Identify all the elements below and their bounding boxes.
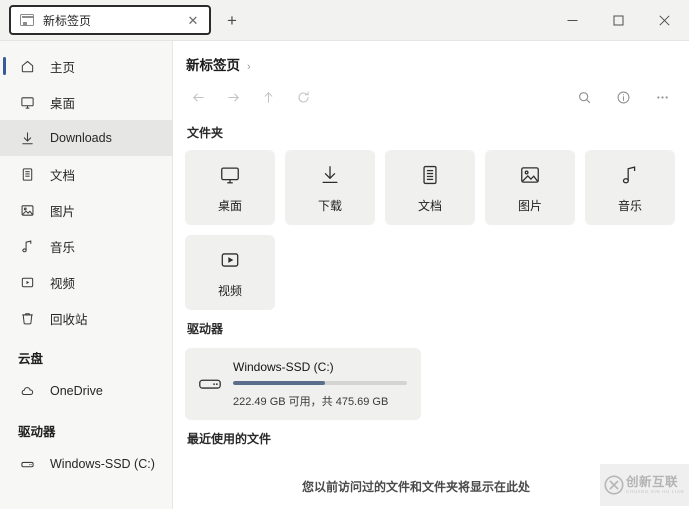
drives-section-title: 驱动器 bbox=[187, 322, 224, 336]
close-button[interactable] bbox=[641, 3, 687, 37]
active-indicator bbox=[3, 57, 6, 75]
maximize-button[interactable] bbox=[595, 3, 641, 37]
folder-tile-label: 视频 bbox=[217, 283, 242, 298]
title-bar: 新标签页 ✕ + bbox=[0, 0, 689, 41]
drive-usage-fill bbox=[233, 380, 326, 385]
download-icon bbox=[18, 129, 36, 147]
folder-tile-label: 音乐 bbox=[617, 198, 642, 213]
folder-tiles: 桌面 下载 文档 图片 音乐 视频 bbox=[173, 150, 689, 310]
window-body: 主页 桌面 Downloads 文档 图片 音乐 视频 回收站 云盘 OneDr… bbox=[0, 41, 689, 509]
video-icon bbox=[18, 273, 36, 291]
sidebar-item-label: 主页 bbox=[50, 60, 76, 75]
home-icon bbox=[18, 57, 36, 75]
refresh-icon[interactable] bbox=[289, 83, 317, 111]
folder-tile-documents[interactable]: 文档 bbox=[385, 150, 475, 225]
sidebar-item-recycle-bin[interactable]: 回收站 bbox=[0, 300, 172, 336]
drive-capacity-text: 222.49 GB 可用，共 475.69 GB bbox=[233, 395, 389, 408]
back-arrow-icon[interactable] bbox=[184, 83, 212, 111]
watermark: 创新互联 CHUANG XIN HU LIAN bbox=[600, 464, 689, 506]
sidebar-item-videos[interactable]: 视频 bbox=[0, 264, 172, 300]
window-controls bbox=[549, 0, 689, 40]
music-icon bbox=[619, 162, 641, 188]
sidebar-group-drives-title: 驱动器 bbox=[18, 425, 56, 439]
sidebar-item-downloads[interactable]: Downloads bbox=[0, 120, 172, 156]
folder-tile-videos[interactable]: 视频 bbox=[185, 235, 275, 310]
sidebar-item-label: 文档 bbox=[50, 168, 76, 183]
trash-icon bbox=[18, 309, 36, 327]
chevron-right-icon: › bbox=[247, 61, 251, 73]
sidebar-item-windows-ssd[interactable]: Windows-SSD (C:) bbox=[0, 446, 172, 482]
folder-tile-pictures[interactable]: 图片 bbox=[485, 150, 575, 225]
browser-tab[interactable]: 新标签页 ✕ bbox=[9, 5, 211, 35]
tab-title: 新标签页 bbox=[43, 13, 92, 28]
document-icon bbox=[419, 162, 441, 188]
navigation-toolbar bbox=[173, 74, 689, 114]
watermark-sub: CHUANG XIN HU LIAN bbox=[626, 489, 685, 495]
image-icon bbox=[18, 201, 36, 219]
video-icon bbox=[219, 247, 241, 273]
sidebar-item-label: 桌面 bbox=[50, 96, 76, 111]
browser-tab-icon bbox=[20, 14, 34, 26]
search-icon[interactable] bbox=[570, 83, 598, 111]
tab-close-icon[interactable]: ✕ bbox=[184, 11, 202, 29]
watermark-text: 创新互联 CHUANG XIN HU LIAN bbox=[626, 476, 684, 495]
drive-icon bbox=[197, 371, 227, 397]
folder-tile-label: 桌面 bbox=[217, 198, 242, 213]
more-icon[interactable] bbox=[648, 83, 676, 111]
folder-tile-label: 图片 bbox=[517, 198, 542, 213]
monitor-icon bbox=[219, 162, 241, 188]
sidebar-item-label: OneDrive bbox=[50, 384, 103, 398]
drive-icon bbox=[18, 455, 36, 473]
music-icon bbox=[18, 237, 36, 255]
folder-tile-desktop[interactable]: 桌面 bbox=[185, 150, 275, 225]
sidebar-item-label: Downloads bbox=[50, 131, 112, 145]
sidebar-item-label: 图片 bbox=[50, 204, 76, 219]
breadcrumb-current: 新标签页 bbox=[186, 58, 240, 73]
sidebar-item-label: 回收站 bbox=[50, 312, 88, 327]
drive-usage-bar bbox=[233, 380, 407, 385]
watermark-main: 创新互联 bbox=[626, 474, 679, 489]
drive-card-body: Windows-SSD (C:) 222.49 GB 可用，共 475.69 G… bbox=[227, 360, 407, 409]
recent-section-title: 最近使用的文件 bbox=[187, 432, 272, 446]
circled-x-logo-icon bbox=[603, 474, 625, 496]
sidebar: 主页 桌面 Downloads 文档 图片 音乐 视频 回收站 云盘 OneDr… bbox=[0, 41, 173, 509]
folder-tile-label: 下载 bbox=[317, 198, 342, 213]
breadcrumb[interactable]: 新标签页 › bbox=[173, 41, 689, 74]
folders-section-title: 文件夹 bbox=[187, 126, 224, 140]
info-icon[interactable] bbox=[609, 83, 637, 111]
content-pane: 新标签页 › 文件夹 桌面 下载 文档 图片 音乐 视频 驱动器 Windows… bbox=[173, 41, 689, 509]
image-icon bbox=[519, 162, 541, 188]
sidebar-item-label: 音乐 bbox=[50, 240, 76, 255]
drive-card-windows-ssd[interactable]: Windows-SSD (C:) 222.49 GB 可用，共 475.69 G… bbox=[185, 348, 421, 420]
forward-arrow-icon[interactable] bbox=[219, 83, 247, 111]
sidebar-item-label: Windows-SSD (C:) bbox=[50, 457, 155, 471]
sidebar-item-label: 视频 bbox=[50, 276, 76, 291]
document-icon bbox=[18, 165, 36, 183]
sidebar-item-documents[interactable]: 文档 bbox=[0, 156, 172, 192]
sidebar-group-cloud-title: 云盘 bbox=[18, 352, 44, 366]
cloud-icon bbox=[18, 382, 36, 400]
sidebar-item-desktop[interactable]: 桌面 bbox=[0, 84, 172, 120]
sidebar-item-home[interactable]: 主页 bbox=[0, 48, 172, 84]
new-tab-button[interactable]: + bbox=[218, 6, 246, 34]
sidebar-item-onedrive[interactable]: OneDrive bbox=[0, 373, 172, 409]
folder-tile-label: 文档 bbox=[417, 198, 442, 213]
drive-name: Windows-SSD (C:) bbox=[233, 359, 334, 374]
tab-strip: 新标签页 ✕ + bbox=[0, 0, 549, 40]
sidebar-item-pictures[interactable]: 图片 bbox=[0, 192, 172, 228]
monitor-icon bbox=[18, 93, 36, 111]
folder-tile-downloads[interactable]: 下载 bbox=[285, 150, 375, 225]
up-arrow-icon[interactable] bbox=[254, 83, 282, 111]
minimize-button[interactable] bbox=[549, 3, 595, 37]
download-icon bbox=[319, 162, 341, 188]
folder-tile-music[interactable]: 音乐 bbox=[585, 150, 675, 225]
sidebar-item-music[interactable]: 音乐 bbox=[0, 228, 172, 264]
